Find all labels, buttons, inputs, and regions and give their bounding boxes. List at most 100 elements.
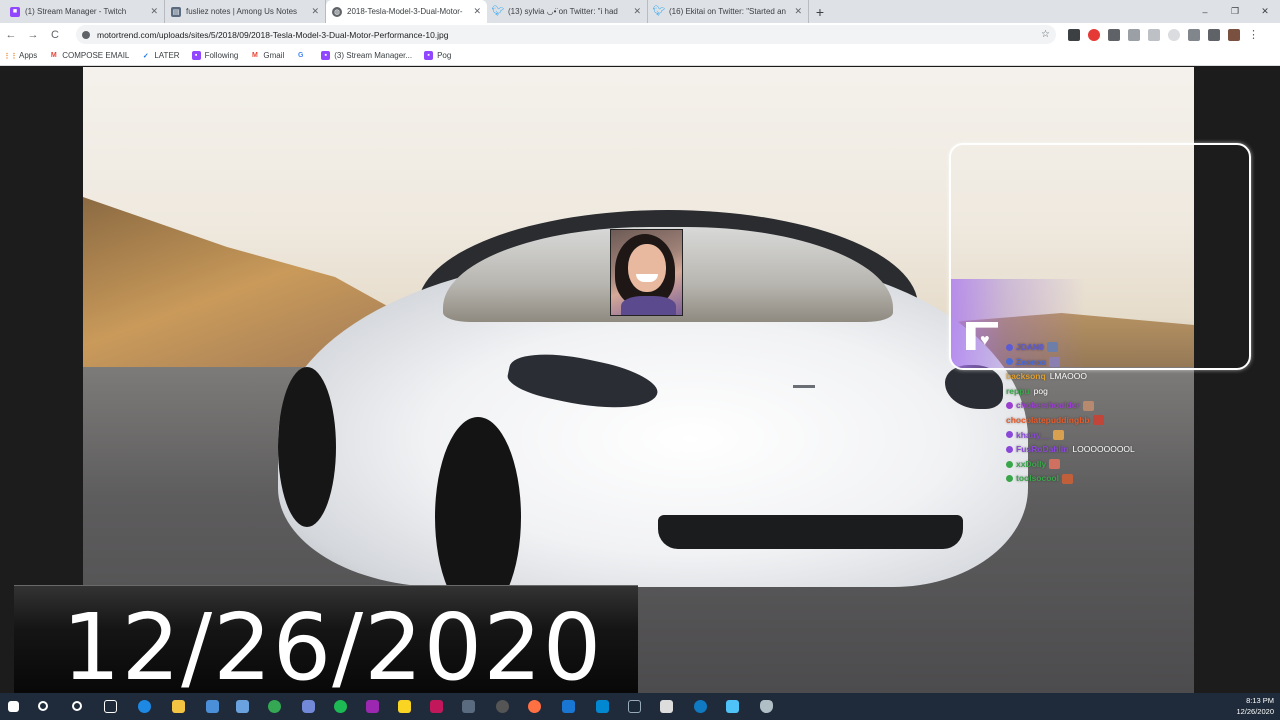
bookmark-google[interactable]: G [296, 51, 309, 60]
bookmark-compose-email[interactable]: M COMPOSE EMAIL [49, 51, 130, 60]
shield-icon[interactable] [760, 700, 773, 713]
extension-icon[interactable] [1128, 28, 1140, 41]
rear-wheel [278, 367, 336, 527]
explorer-icon[interactable] [172, 700, 185, 713]
bookmark-stream-manager[interactable]: ▪ (3) Stream Manager... [321, 51, 412, 60]
clock-app-icon[interactable] [496, 700, 509, 713]
address-bar[interactable]: motortrend.com/uploads/sites/5/2018/09/2… [76, 25, 1056, 44]
tesla-logo [793, 385, 815, 395]
puzzle-icon[interactable] [1208, 28, 1220, 41]
badge-icon [1006, 475, 1013, 483]
obs-icon[interactable] [366, 700, 379, 713]
edge-icon[interactable] [138, 700, 151, 713]
menu-kebab-icon[interactable]: ⋮ [1248, 28, 1259, 41]
ccleaner-icon[interactable] [694, 700, 707, 713]
discord-icon[interactable] [302, 700, 315, 713]
twitch-icon: ▪ [191, 51, 201, 60]
bookmark-apps[interactable]: ⋮⋮ Apps [3, 51, 38, 60]
gmail-icon: M [50, 52, 57, 59]
tab-title: 2018-Tesla-Model-3-Dual-Motor- [347, 7, 463, 16]
tab-twitter-ekitai[interactable]: 🐦︎ (16) Ekitai on Twitter: "Started an ✕ [648, 0, 809, 23]
system-clock[interactable]: 8:13 PM 12/26/2020 [1236, 695, 1274, 717]
steam-icon[interactable] [628, 700, 641, 713]
extension-icon[interactable] [1088, 28, 1100, 41]
lock-icon [82, 30, 90, 39]
firefox-icon[interactable] [528, 700, 541, 713]
extension-icon[interactable] [1168, 28, 1180, 41]
twitter-icon: 🐦︎ [652, 6, 666, 17]
extension-icon[interactable] [1148, 28, 1160, 41]
close-icon[interactable]: ✕ [311, 6, 319, 17]
car-grille [658, 515, 963, 549]
notes-icon: ▤ [171, 6, 181, 17]
bookmark-pog[interactable]: ▪ Pog [424, 51, 451, 60]
store-icon[interactable] [596, 700, 609, 713]
chat-message: chokershoulder [1006, 398, 1196, 413]
close-icon[interactable]: ✕ [794, 6, 802, 17]
files-icon[interactable] [236, 700, 249, 713]
chat-message: Zeonox [1006, 355, 1196, 370]
cortana-icon[interactable] [72, 701, 82, 711]
gmail-icon: M [251, 52, 258, 59]
vr-icon[interactable] [660, 700, 673, 713]
date-caption-box: 12/26/2020 [14, 585, 638, 707]
windows-start-icon[interactable] [8, 701, 19, 712]
browser-toolbar: ← → C motortrend.com/uploads/sites/5/201… [0, 23, 1280, 46]
tab-title: (16) Ekitai on Twitter: "Started an [669, 7, 786, 16]
mail-icon[interactable] [562, 700, 575, 713]
bookmark-following[interactable]: ▪ Following [191, 51, 238, 60]
emote-icon [1046, 342, 1058, 353]
maximize-button[interactable]: ❐ [1220, 0, 1250, 23]
notes-icon[interactable] [398, 700, 411, 713]
twitch-icon: ■ [10, 6, 20, 17]
spotify-icon[interactable] [334, 700, 347, 713]
new-tab-button[interactable]: + [809, 0, 831, 23]
chrome-icon[interactable] [268, 700, 281, 713]
extension-icon[interactable] [1188, 28, 1200, 41]
chat-message: JDAN0 [1006, 340, 1196, 355]
taskview-icon[interactable] [104, 700, 117, 713]
emote-icon [1053, 429, 1065, 440]
forward-button[interactable]: → [22, 23, 44, 46]
browser-tab-strip: ■ (1) Stream Manager - Twitch ✕ ▤ fuslie… [0, 0, 1280, 23]
badge-icon [1006, 343, 1013, 351]
search-icon[interactable] [38, 701, 48, 711]
close-icon[interactable]: ✕ [150, 6, 158, 17]
heart-icon: ♥ [980, 332, 990, 349]
close-icon[interactable]: ✕ [633, 6, 641, 17]
app-icon[interactable] [462, 700, 475, 713]
tab-among-us-notes[interactable]: ▤ fusliez notes | Among Us Notes ✕ [165, 0, 326, 23]
close-icon[interactable]: ✕ [473, 6, 481, 17]
avatar[interactable] [1228, 28, 1240, 41]
chat-message: xxDolly [1006, 457, 1196, 472]
bookmark-gmail[interactable]: M Gmail [250, 51, 284, 60]
bookmark-later[interactable]: ✓ LATER [141, 51, 180, 60]
emote-icon [1092, 415, 1104, 426]
minimize-button[interactable]: – [1190, 0, 1220, 23]
follow-alert-icon: ♥ [966, 322, 1000, 352]
photos-icon[interactable] [430, 700, 443, 713]
apps-grid-icon: ⋮⋮ [3, 52, 18, 60]
bookmark-star-icon[interactable]: ☆ [1041, 29, 1050, 40]
address-text: motortrend.com/uploads/sites/5/2018/09/2… [97, 29, 449, 40]
tab-stream-manager[interactable]: ■ (1) Stream Manager - Twitch ✕ [4, 0, 165, 23]
window-controls: – ❐ ✕ [1190, 0, 1280, 23]
extension-icon[interactable] [1068, 28, 1080, 41]
tab-tesla-image[interactable]: ◍ 2018-Tesla-Model-3-Dual-Motor- ✕ [326, 0, 487, 23]
tab-title: (13) sylvia ◡•̈ on Twitter: "i had [508, 7, 618, 16]
badge-icon [1006, 358, 1013, 366]
extension-icon[interactable] [1108, 28, 1120, 41]
monitor-icon[interactable] [206, 700, 219, 713]
gallery-icon[interactable] [726, 700, 739, 713]
back-button[interactable]: ← [0, 23, 22, 46]
emote-icon [1082, 400, 1094, 411]
stream-chat-overlay: JDAN0 Zeonox backsonq LMAOOO reppu pog cho… [1006, 340, 1196, 486]
later-icon: ✓ [142, 52, 149, 60]
chat-message: backsonq LMAOOO [1006, 371, 1087, 382]
badge-icon [1006, 431, 1013, 439]
chat-message: reppu pog [1006, 385, 1048, 396]
close-window-button[interactable]: ✕ [1250, 0, 1280, 23]
tab-twitter-sylvia[interactable]: 🐦︎ (13) sylvia ◡•̈ on Twitter: "i had ✕ [487, 0, 648, 23]
twitch-icon: ▪ [321, 51, 331, 60]
reload-button[interactable]: C [44, 23, 66, 46]
